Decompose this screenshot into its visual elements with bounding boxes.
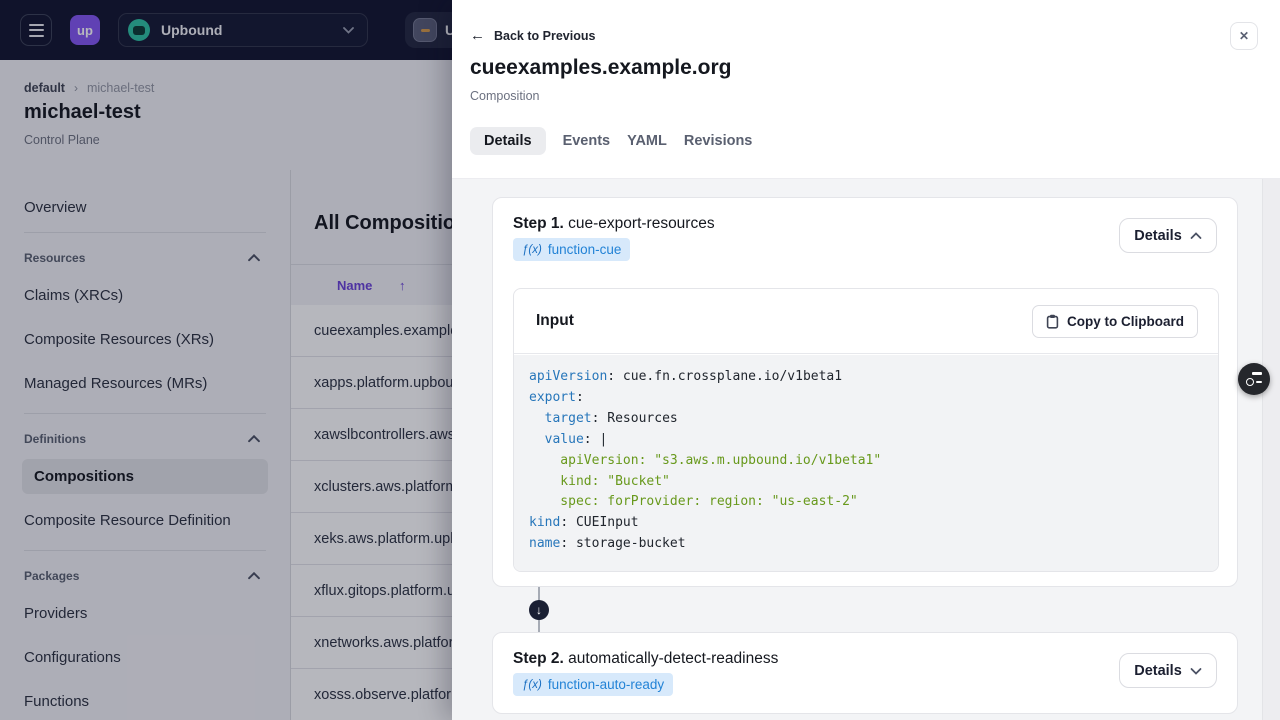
- code-line: spec: forProvider: region: "us-east-2": [529, 494, 858, 510]
- input-title: Input: [536, 312, 574, 329]
- panel-content: Step 1. cue-export-resources ƒ(x) functi…: [452, 178, 1280, 720]
- composition-detail-panel: ← Back to Previous cueexamples.example.o…: [452, 0, 1280, 720]
- chevron-up-icon: [1190, 231, 1202, 239]
- step-connector-arrow-icon: ↓: [529, 600, 549, 620]
- pipeline-step-1-card: Step 1. cue-export-resources ƒ(x) functi…: [492, 197, 1238, 587]
- step-1-heading: Step 1. cue-export-resources: [513, 215, 715, 232]
- panel-tabs: Details Events YAML Revisions: [470, 127, 752, 155]
- code-line: kind: "Bucket": [529, 473, 670, 489]
- log-lines-icon: [1246, 372, 1262, 375]
- input-header: Input Copy to Clipboard: [514, 289, 1218, 354]
- vertical-scrollbar[interactable]: [1262, 179, 1280, 720]
- step-1-details-button[interactable]: Details: [1119, 218, 1217, 253]
- tab-events[interactable]: Events: [563, 127, 611, 155]
- step-2-heading: Step 2. automatically-detect-readiness: [513, 650, 779, 667]
- code-line: value: |: [544, 431, 608, 447]
- pipeline-step-2-card: Step 2. automatically-detect-readiness ƒ…: [492, 632, 1238, 714]
- tab-details[interactable]: Details: [470, 127, 546, 155]
- function-icon: ƒ(x): [522, 678, 542, 691]
- screen: up Upbound U default › michael-test mich…: [0, 0, 1280, 720]
- back-link-label: Back to Previous: [494, 28, 596, 43]
- chevron-down-icon: [1190, 667, 1202, 675]
- clipboard-icon: [1046, 314, 1059, 329]
- code-line: export:: [529, 389, 584, 405]
- step-2-details-button[interactable]: Details: [1119, 653, 1217, 688]
- code-line: target: Resources: [544, 410, 678, 426]
- code-line: name: storage-bucket: [529, 536, 686, 552]
- back-arrow-icon: ←: [470, 27, 485, 44]
- panel-title: cueexamples.example.org: [470, 56, 732, 79]
- tab-revisions[interactable]: Revisions: [684, 127, 753, 155]
- input-section: Input Copy to Clipboard apiVersion: cue.…: [513, 288, 1219, 572]
- code-line: apiVersion: "s3.aws.m.upbound.io/v1beta1…: [529, 452, 882, 468]
- tab-yaml[interactable]: YAML: [627, 127, 667, 155]
- back-to-previous-link[interactable]: ← Back to Previous: [470, 28, 595, 43]
- code-line: apiVersion: cue.fn.crossplane.io/v1beta1: [529, 369, 843, 384]
- function-badge-label: function-auto-ready: [547, 677, 665, 692]
- function-badge-label: function-cue: [547, 242, 622, 257]
- activity-log-button[interactable]: [1238, 363, 1270, 395]
- close-button[interactable]: ✕: [1230, 22, 1258, 50]
- panel-subtitle: Composition: [470, 89, 540, 103]
- copy-to-clipboard-button[interactable]: Copy to Clipboard: [1032, 304, 1198, 338]
- code-line: kind: CUEInput: [529, 515, 639, 531]
- close-icon: ✕: [1238, 29, 1250, 43]
- function-icon: ƒ(x): [522, 243, 542, 256]
- function-badge: ƒ(x) function-cue: [513, 238, 631, 261]
- input-code-block: apiVersion: cue.fn.crossplane.io/v1beta1…: [514, 355, 1218, 571]
- function-badge: ƒ(x) function-auto-ready: [513, 673, 674, 696]
